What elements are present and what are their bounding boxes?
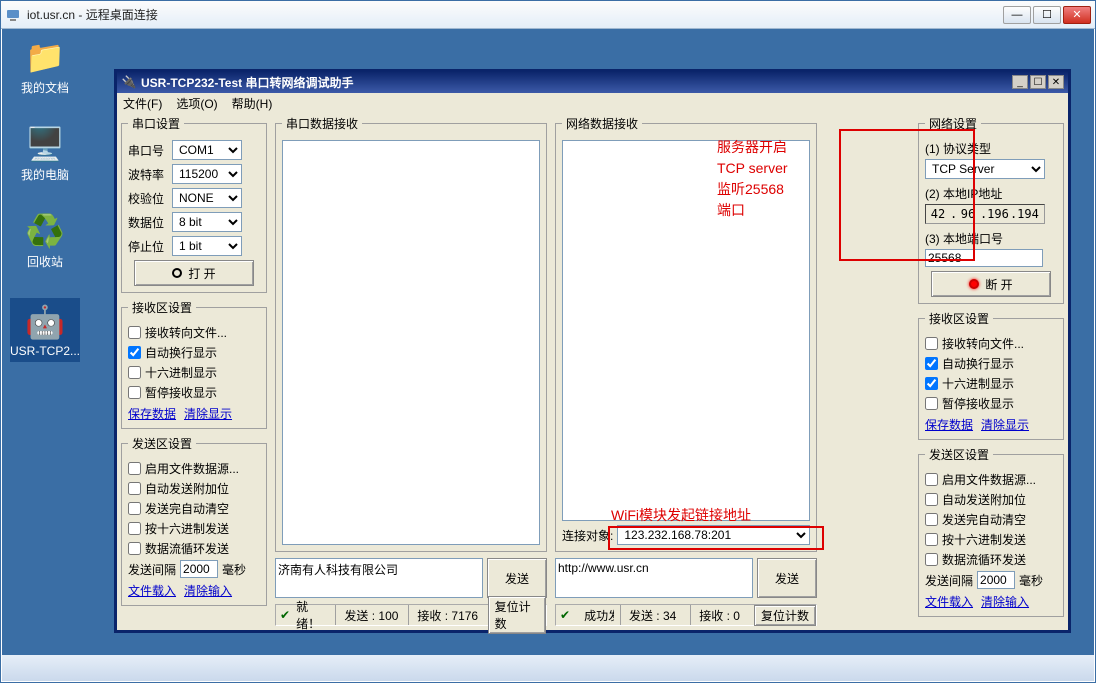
mydocuments-icon[interactable]: 📁 我的文档	[10, 37, 80, 96]
tx-interval-input[interactable]	[180, 560, 218, 578]
app-close-button[interactable]: ✕	[1048, 75, 1064, 89]
nrx-pause-check[interactable]	[925, 397, 938, 410]
rx-save-link[interactable]: 保存数据	[128, 405, 176, 422]
stopbits-select[interactable]: 1 bit	[172, 236, 242, 256]
tx-loop-check[interactable]	[128, 542, 141, 555]
ntx-autoclear-check[interactable]	[925, 513, 938, 526]
mycomputer-icon[interactable]: 🖥️ 我的电脑	[10, 124, 80, 183]
serial-rx-settings-group: 接收区设置 接收转向文件... 自动换行显示 十六进制显示 暂停接收显示 保存数…	[121, 299, 267, 429]
net-rx-textarea[interactable]	[562, 140, 810, 521]
taskbar	[2, 655, 1094, 681]
app-title-text: USR-TCP232-Test 串口转网络调试助手	[141, 74, 353, 91]
net-settings-group: 网络设置 (1) 协议类型 TCP Server (2) 本地IP地址 42.9…	[918, 115, 1064, 304]
ntx-loop-check[interactable]	[925, 553, 938, 566]
menubar: 文件(F) 选项(O) 帮助(H)	[117, 93, 1068, 113]
remote-desktop-area: 📁 我的文档 🖥️ 我的电脑 ♻️ 回收站 🤖 USR-TCP2... 🔌 US…	[2, 29, 1094, 655]
serial-tx-textarea[interactable]: 济南有人科技有限公司	[275, 558, 483, 598]
app-maximize-button[interactable]: ☐	[1030, 75, 1046, 89]
ntx-clear-link[interactable]: 清除输入	[981, 593, 1029, 610]
rx-wrap-check[interactable]	[128, 346, 141, 359]
serial-rx-display-group: 串口数据接收	[275, 115, 547, 552]
rx-clear-link[interactable]: 清除显示	[184, 405, 232, 422]
rx-hex-check[interactable]	[128, 366, 141, 379]
nrx-clear-link[interactable]: 清除显示	[981, 416, 1029, 433]
minimize-button[interactable]: —	[1003, 6, 1031, 24]
baud-select[interactable]: 115200	[172, 164, 242, 184]
ntx-hex-check[interactable]	[925, 533, 938, 546]
net-tx-textarea[interactable]: http://www.usr.cn	[555, 558, 753, 598]
databits-select[interactable]: 8 bit	[172, 212, 242, 232]
tx-clear-link[interactable]: 清除输入	[184, 582, 232, 599]
nrx-save-link[interactable]: 保存数据	[925, 416, 973, 433]
tx-autoclear-check[interactable]	[128, 502, 141, 515]
net-disconnect-button[interactable]: 断 开	[931, 271, 1051, 297]
app-titlebar: 🔌 USR-TCP232-Test 串口转网络调试助手 _ ☐ ✕	[117, 71, 1068, 93]
maximize-button[interactable]: ☐	[1033, 6, 1061, 24]
menu-options[interactable]: 选项(O)	[176, 95, 217, 112]
tx-load-link[interactable]: 文件载入	[128, 582, 176, 599]
serial-rx-textarea[interactable]	[282, 140, 540, 545]
rx-tofile-check[interactable]	[128, 326, 141, 339]
rdp-titlebar: iot.usr.cn - 远程桌面连接 — ☐ ✕	[1, 1, 1095, 29]
local-port-input[interactable]	[925, 249, 1043, 267]
nrx-tofile-check[interactable]	[925, 337, 938, 350]
ntx-append-check[interactable]	[925, 493, 938, 506]
nrx-wrap-check[interactable]	[925, 357, 938, 370]
serial-send-button[interactable]: 发送	[487, 558, 547, 598]
serial-reset-button[interactable]: 复位计数	[488, 596, 546, 634]
conn-target-label: 连接对象:	[562, 527, 613, 544]
ntx-load-link[interactable]: 文件载入	[925, 593, 973, 610]
recyclebin-icon[interactable]: ♻️ 回收站	[10, 211, 80, 270]
net-status-bar: ✔ 成功发送 http://www.usr 发送 : 34 接收 : 0 复位计…	[555, 604, 817, 626]
conn-target-select[interactable]: 123.232.168.78:201	[617, 525, 810, 545]
net-reset-button[interactable]: 复位计数	[754, 605, 816, 626]
parity-select[interactable]: NONE	[172, 188, 242, 208]
serial-settings-group: 串口设置 串口号COM1 波特率115200 校验位NONE 数据位8 bit …	[121, 115, 267, 293]
net-rx-display-group: 网络数据接收 连接对象: 123.232.168.78:201	[555, 115, 817, 552]
net-tx-settings-group: 发送区设置 启用文件数据源... 自动发送附加位 发送完自动清空 按十六进制发送…	[918, 446, 1064, 617]
app-icon: 🔌	[121, 74, 137, 90]
protocol-select[interactable]: TCP Server	[925, 159, 1045, 179]
net-rx-settings-group: 接收区设置 接收转向文件... 自动换行显示 十六进制显示 暂停接收显示 保存数…	[918, 310, 1064, 440]
menu-help[interactable]: 帮助(H)	[232, 95, 273, 112]
serial-port-select[interactable]: COM1	[172, 140, 242, 160]
app-shortcut-icon[interactable]: 🤖 USR-TCP2...	[10, 298, 80, 362]
ntx-file-check[interactable]	[925, 473, 938, 486]
ntx-interval-input[interactable]	[977, 571, 1015, 589]
tx-hex-check[interactable]	[128, 522, 141, 535]
tx-file-check[interactable]	[128, 462, 141, 475]
close-button[interactable]: ✕	[1063, 6, 1091, 24]
serial-tx-settings-group: 发送区设置 启用文件数据源... 自动发送附加位 发送完自动清空 按十六进制发送…	[121, 435, 267, 606]
serial-status-bar: ✔就绪！ 发送 : 100 接收 : 7176 复位计数	[275, 604, 547, 626]
rdp-icon	[5, 7, 21, 23]
serial-open-button[interactable]: 打 开	[134, 260, 254, 286]
rdp-title: iot.usr.cn - 远程桌面连接	[27, 6, 158, 23]
app-window: 🔌 USR-TCP232-Test 串口转网络调试助手 _ ☐ ✕ 文件(F) …	[114, 69, 1071, 633]
app-minimize-button[interactable]: _	[1012, 75, 1028, 89]
local-ip-input[interactable]: 42.96.196.194	[925, 204, 1045, 224]
rx-pause-check[interactable]	[128, 386, 141, 399]
menu-file[interactable]: 文件(F)	[123, 95, 162, 112]
net-send-button[interactable]: 发送	[757, 558, 817, 598]
tx-append-check[interactable]	[128, 482, 141, 495]
nrx-hex-check[interactable]	[925, 377, 938, 390]
